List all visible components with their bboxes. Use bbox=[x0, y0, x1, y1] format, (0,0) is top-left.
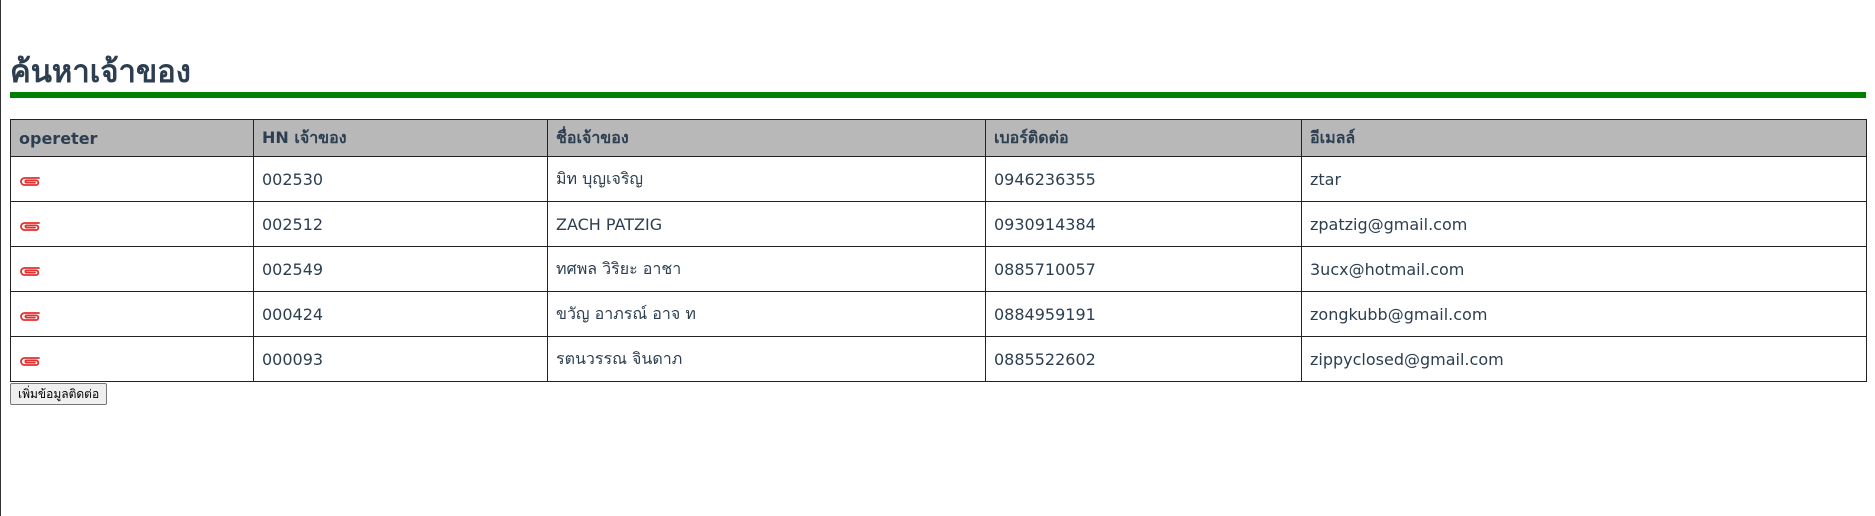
paperclip-icon[interactable] bbox=[19, 218, 41, 232]
add-contact-button[interactable]: เพิ่มข้อมูลติดต่อ bbox=[10, 383, 108, 405]
paperclip-icon[interactable] bbox=[19, 308, 41, 322]
table-row: 000424 ขวัญ อาภรณ์ อาจ ท 0884959191 zong… bbox=[10, 291, 1867, 337]
column-header-owner-name: ชื่อเจ้าของ bbox=[547, 119, 986, 157]
owner-table: opereter HN เจ้าของ ชื่อเจ้าของ เบอร์ติด… bbox=[10, 119, 1867, 382]
phone-cell: 0930914384 bbox=[985, 201, 1302, 247]
owner-name-cell: ทศพล วิริยะ อาชา bbox=[547, 246, 986, 292]
hn-cell: 000424 bbox=[253, 291, 548, 337]
table-body: 002530 มิท บุญเจริญ 0946236355 ztar 0025… bbox=[10, 156, 1867, 382]
paperclip-icon[interactable] bbox=[19, 263, 41, 277]
table-row: 002512 ZACH PATZIG 0930914384 zpatzig@gm… bbox=[10, 201, 1867, 247]
column-header-hn: HN เจ้าของ bbox=[253, 119, 548, 157]
operator-cell bbox=[10, 246, 254, 292]
operator-cell bbox=[10, 201, 254, 247]
owner-name-cell: รตนวรรณ จินดาภ bbox=[547, 336, 986, 382]
table-row: 000093 รตนวรรณ จินดาภ 0885522602 zippycl… bbox=[10, 336, 1867, 382]
owner-name-cell: ZACH PATZIG bbox=[547, 201, 986, 247]
table-row: 002530 มิท บุญเจริญ 0946236355 ztar bbox=[10, 156, 1867, 202]
phone-cell: 0885710057 bbox=[985, 246, 1302, 292]
phone-cell: 0884959191 bbox=[985, 291, 1302, 337]
table-row: 002549 ทศพล วิริยะ อาชา 0885710057 3ucx@… bbox=[10, 246, 1867, 292]
email-cell: ztar bbox=[1301, 156, 1867, 202]
column-header-operator: opereter bbox=[10, 119, 254, 157]
table-header-row: opereter HN เจ้าของ ชื่อเจ้าของ เบอร์ติด… bbox=[10, 119, 1867, 157]
operator-cell bbox=[10, 291, 254, 337]
email-cell: zongkubb@gmail.com bbox=[1301, 291, 1867, 337]
page: ค้นหาเจ้าของ opereter HN เจ้าของ ชื่อเจ้… bbox=[0, 0, 1875, 516]
email-cell: zpatzig@gmail.com bbox=[1301, 201, 1867, 247]
owner-name-cell: ขวัญ อาภรณ์ อาจ ท bbox=[547, 291, 986, 337]
email-cell: zippyclosed@gmail.com bbox=[1301, 336, 1867, 382]
title-divider bbox=[10, 92, 1866, 98]
owner-name-cell: มิท บุญเจริญ bbox=[547, 156, 986, 202]
operator-cell bbox=[10, 156, 254, 202]
page-title: ค้นหาเจ้าของ bbox=[10, 54, 191, 90]
hn-cell: 000093 bbox=[253, 336, 548, 382]
column-header-email: อีเมลล์ bbox=[1301, 119, 1867, 157]
column-header-phone: เบอร์ติดต่อ bbox=[985, 119, 1302, 157]
hn-cell: 002530 bbox=[253, 156, 548, 202]
phone-cell: 0946236355 bbox=[985, 156, 1302, 202]
paperclip-icon[interactable] bbox=[19, 173, 41, 187]
email-cell: 3ucx@hotmail.com bbox=[1301, 246, 1867, 292]
paperclip-icon[interactable] bbox=[19, 353, 41, 367]
phone-cell: 0885522602 bbox=[985, 336, 1302, 382]
operator-cell bbox=[10, 336, 254, 382]
hn-cell: 002512 bbox=[253, 201, 548, 247]
hn-cell: 002549 bbox=[253, 246, 548, 292]
